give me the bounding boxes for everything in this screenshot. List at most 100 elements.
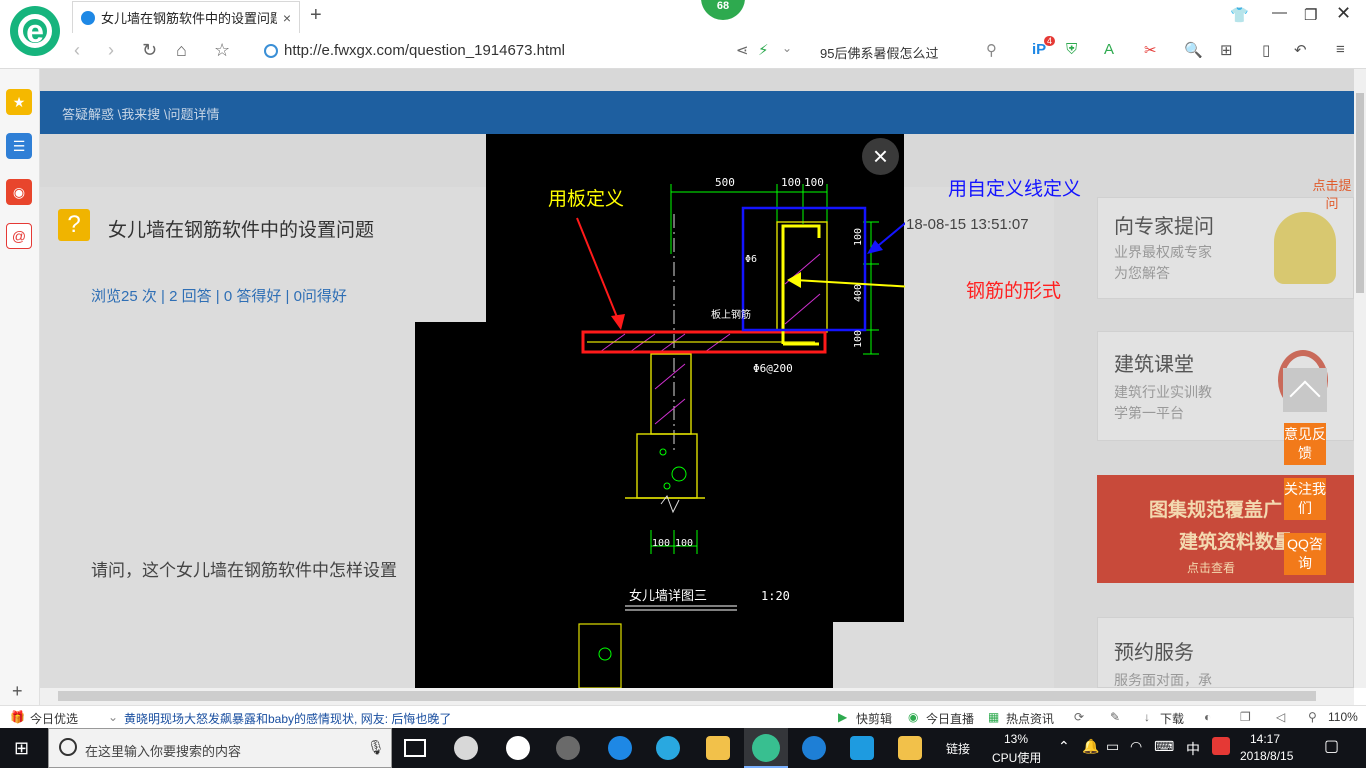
- back-to-top-button[interactable]: [1283, 368, 1327, 412]
- translate-icon[interactable]: A: [1104, 41, 1114, 58]
- file-explorer-icon[interactable]: [706, 736, 730, 760]
- magnifier-icon[interactable]: 🔍: [1184, 41, 1203, 59]
- microphone-icon[interactable]: 🎙: [367, 739, 385, 756]
- question-stats[interactable]: 浏览25 次 | 2 回答 | 0 答得好 | 0问得好: [91, 285, 347, 306]
- clock-time[interactable]: 14:17: [1250, 732, 1280, 746]
- address-toolbar: ‹ › ↻ ⌂ ☆ http://e.fwxgx.com/question_19…: [0, 34, 1366, 69]
- clock-date[interactable]: 2018/8/15: [1240, 749, 1293, 763]
- notification-bell-icon[interactable]: 🔔: [1082, 738, 1099, 755]
- undo-icon[interactable]: ↶: [1294, 41, 1307, 59]
- forward-icon[interactable]: ›: [108, 40, 114, 61]
- scissors-icon[interactable]: ✂: [1144, 41, 1157, 59]
- card-subtitle: 建筑行业实训教: [1114, 384, 1212, 400]
- pin-icon[interactable]: ✎: [1110, 710, 1120, 724]
- breadcrumb[interactable]: 答疑解惑 \我来搜 \问题详情: [62, 104, 219, 123]
- lightning-icon[interactable]: ⚡: [758, 41, 769, 59]
- tray-expand-icon[interactable]: ⌃: [1058, 738, 1070, 755]
- menu-icon[interactable]: ≡: [1336, 41, 1345, 58]
- fan-app-icon[interactable]: [454, 736, 478, 760]
- plus-app-icon[interactable]: [850, 736, 874, 760]
- volume-icon[interactable]: ◁: [1276, 710, 1285, 724]
- url-input[interactable]: http://e.fwxgx.com/question_1914673.html: [284, 42, 565, 59]
- annotation-board: 用板定义: [548, 188, 625, 210]
- browser-status-bar: 🎁 今日优选 ⌄ 黄晓明现场大怒发飙暴露和baby的感情现状, 网友: 后悔也晚…: [0, 705, 1366, 728]
- vertical-scrollbar[interactable]: [1354, 69, 1366, 688]
- shirt-skin-icon[interactable]: 👕: [1230, 6, 1249, 24]
- tab-close-icon[interactable]: ×: [283, 10, 291, 26]
- live-link[interactable]: 今日直播: [926, 710, 974, 727]
- sidebar-weibo-icon[interactable]: ◉: [6, 179, 32, 205]
- battery-icon[interactable]: ▭: [1106, 738, 1119, 755]
- banner-link[interactable]: 点击查看: [1187, 559, 1235, 576]
- shield-icon[interactable]: ⛨: [1066, 41, 1077, 58]
- window-icon[interactable]: ❐: [1240, 710, 1251, 724]
- window-close-icon[interactable]: ✕: [1336, 3, 1351, 24]
- keyboard-icon[interactable]: ⌨: [1154, 738, 1174, 755]
- browser-e-icon[interactable]: [506, 736, 530, 760]
- links-toolbar[interactable]: 链接: [946, 740, 970, 757]
- cad-drawing: 500 100 100 100 400 100 Φ6 板上钢筋 Φ6@200 1…: [576, 176, 905, 688]
- apps-grid-icon[interactable]: ⊞: [1220, 41, 1233, 59]
- refresh-icon[interactable]: ↻: [142, 40, 157, 61]
- search-input[interactable]: 95后佛系暑假怎么过: [820, 43, 938, 62]
- sidebar-favorites-icon[interactable]: ★: [6, 89, 32, 115]
- wifi-icon[interactable]: ◠: [1130, 738, 1142, 755]
- corner-ask-tag[interactable]: 点击提问: [1310, 177, 1354, 227]
- sidebar-mail-icon[interactable]: @: [6, 223, 32, 249]
- feedback-button[interactable]: 意见反馈: [1284, 423, 1326, 465]
- minimize-icon[interactable]: —: [1272, 4, 1287, 21]
- download-icon: ↓: [1144, 710, 1150, 724]
- card-subtitle: 学第一平台: [1114, 405, 1184, 421]
- notepad-app-icon[interactable]: [898, 736, 922, 760]
- follow-button[interactable]: 关注我们: [1284, 478, 1326, 520]
- restore-icon[interactable]: ❐: [1304, 6, 1317, 24]
- scroll-thumb[interactable]: [1356, 93, 1364, 293]
- qq-consult-button[interactable]: QQ咨询: [1284, 533, 1326, 575]
- hot-news-link[interactable]: 热点资讯: [1006, 710, 1054, 727]
- ie-icon[interactable]: [656, 736, 680, 760]
- service-card[interactable]: 预约服务 服务面对面，承: [1097, 617, 1354, 688]
- news-ticker-link[interactable]: 黄晓明现场大怒发飙暴露和baby的感情现状, 网友: 后悔也晚了: [124, 710, 451, 727]
- ime-indicator[interactable]: 中: [1186, 739, 1200, 759]
- search-icon[interactable]: ⚲: [986, 41, 997, 59]
- scroll-thumb[interactable]: [58, 691, 1316, 701]
- quick-clip-link[interactable]: 快剪辑: [856, 710, 892, 727]
- edge-icon[interactable]: [608, 736, 632, 760]
- gift-icon[interactable]: 🎁: [10, 710, 25, 724]
- download-link[interactable]: 下载: [1160, 710, 1184, 727]
- dim-right-100-b: 100: [853, 330, 864, 348]
- label-slab-rebar: 板上钢筋: [711, 308, 751, 321]
- new-tab-button[interactable]: +: [310, 4, 322, 27]
- refresh-status-icon[interactable]: ⟳: [1074, 710, 1084, 724]
- home-icon[interactable]: ⌂: [176, 40, 187, 61]
- privacy-icon[interactable]: ◐: [1204, 710, 1211, 724]
- browser-logo-icon[interactable]: e: [10, 6, 60, 56]
- annotation-rebar: 钢筋的形式: [966, 280, 1062, 302]
- chrome-like-icon[interactable]: [556, 736, 580, 760]
- tool-badge: 4: [1044, 36, 1056, 46]
- favorite-star-icon[interactable]: ☆: [214, 40, 230, 61]
- g-app-icon[interactable]: [802, 736, 826, 760]
- sidebar-add-icon[interactable]: +: [12, 681, 23, 702]
- today-pick-link[interactable]: 今日优选: [30, 710, 78, 727]
- zoom-level[interactable]: 110%: [1328, 710, 1358, 724]
- cpu-percent: 13%: [1004, 732, 1029, 746]
- sogou-ime-icon[interactable]: [1212, 737, 1230, 755]
- sidebar-reading-list-icon[interactable]: ☰: [6, 133, 32, 159]
- action-center-icon[interactable]: ▢: [1324, 736, 1339, 756]
- reader-icon[interactable]: ▯: [1262, 41, 1270, 59]
- windows-start-icon[interactable]: ⊞: [14, 738, 29, 759]
- browser-tab[interactable]: 女儿墙在钢筋软件中的设置问题 ×: [72, 1, 300, 33]
- score-badge[interactable]: 68: [701, 0, 745, 20]
- horizontal-scrollbar[interactable]: [40, 688, 1354, 705]
- banner-line: 建筑资料数量: [1179, 532, 1294, 553]
- chevron-down-icon[interactable]: ⌄: [782, 41, 792, 55]
- card-subtitle: 为您解答: [1114, 265, 1170, 281]
- back-icon[interactable]: ‹: [74, 40, 80, 61]
- question-body: 请问，这个女儿墙在钢筋软件中怎样设置: [91, 561, 397, 580]
- task-view-icon[interactable]: [404, 739, 426, 757]
- image-close-button[interactable]: ×: [862, 138, 899, 175]
- taskbar-search-box[interactable]: 在这里输入你要搜索的内容 🎙: [48, 728, 392, 768]
- share-icon[interactable]: ⋖: [736, 41, 749, 59]
- cortana-icon: [59, 738, 77, 756]
